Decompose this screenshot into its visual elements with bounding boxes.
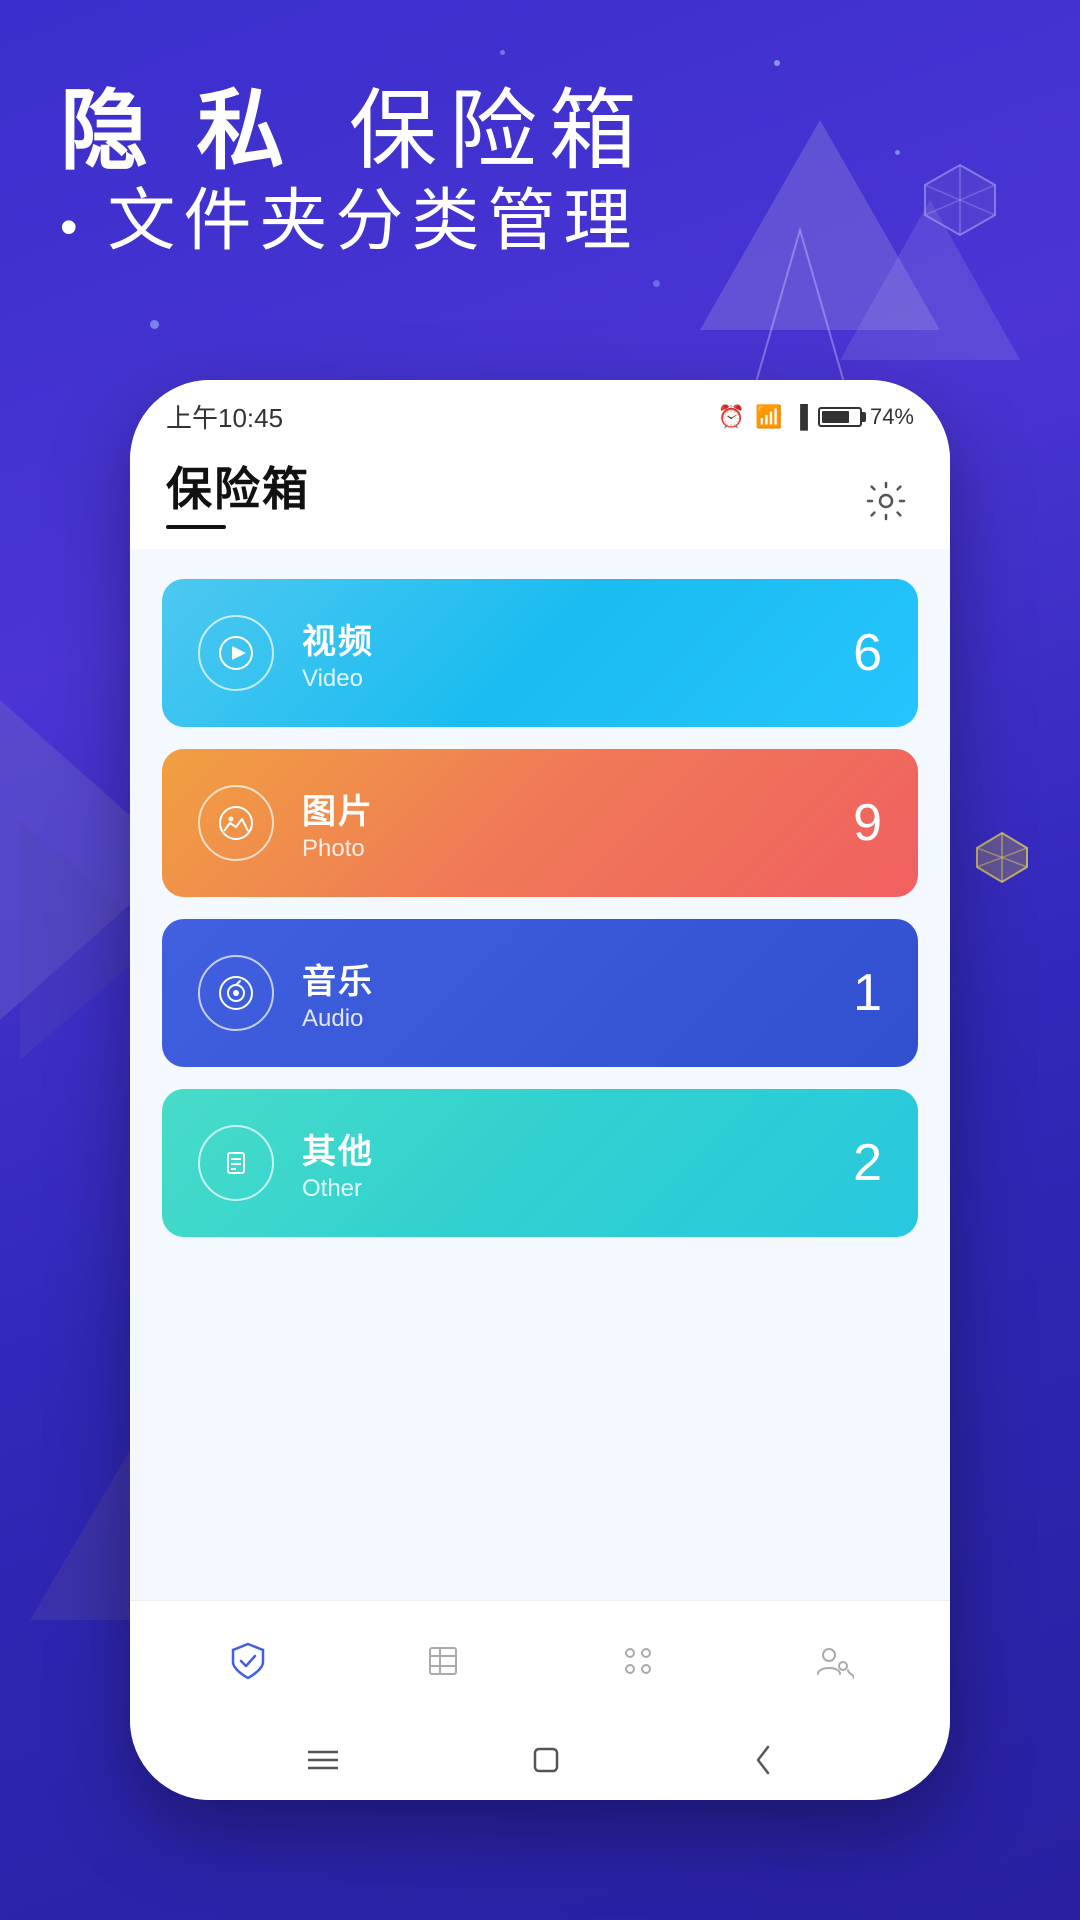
card-left-photo: 图片 Photo (198, 784, 374, 863)
video-count: 6 (853, 623, 882, 683)
photo-icon-circle (198, 785, 274, 861)
app-title: 保险箱 (166, 453, 310, 519)
nav-apps[interactable] (598, 1621, 678, 1701)
audio-label-en: Audio (302, 1005, 374, 1033)
status-time: 上午10:45 (166, 398, 283, 435)
heading-area: 隐 私 保险箱 文件夹分类管理 (60, 80, 649, 263)
system-nav-menu[interactable] (308, 1749, 338, 1771)
nav-profile[interactable] (793, 1621, 873, 1701)
other-label-wrap: 其他 Other (302, 1124, 374, 1203)
heading-line1: 隐 私 保险箱 (60, 80, 649, 181)
system-nav-home[interactable] (533, 1747, 559, 1773)
audio-icon-circle (198, 955, 274, 1031)
status-bar: 上午10:45 ⏰ 📶 ▐ 74% (130, 380, 950, 443)
video-label-wrap: 视频 Video (302, 614, 374, 693)
category-card-photo[interactable]: 图片 Photo 9 (162, 749, 918, 897)
bottom-nav (130, 1600, 950, 1720)
content-area: 视频 Video 6 图片 Photo (130, 549, 950, 1600)
system-nav-back[interactable] (754, 1745, 772, 1775)
photo-count: 9 (853, 793, 882, 853)
video-icon-circle (198, 615, 274, 691)
other-count: 2 (853, 1133, 882, 1193)
alarm-icon: ⏰ (718, 404, 745, 430)
photo-label-cn: 图片 (302, 784, 374, 833)
settings-button[interactable] (858, 473, 914, 529)
nav-list[interactable] (403, 1621, 483, 1701)
video-label-en: Video (302, 665, 374, 693)
battery-icon: 74% (818, 404, 914, 430)
other-label-cn: 其他 (302, 1124, 374, 1173)
audio-label-wrap: 音乐 Audio (302, 954, 374, 1033)
wifi-icon: 📶 (755, 404, 782, 430)
app-title-underline (166, 525, 226, 529)
card-left-video: 视频 Video (198, 614, 374, 693)
other-icon-circle (198, 1125, 274, 1201)
photo-label-wrap: 图片 Photo (302, 784, 374, 863)
card-left-other: 其他 Other (198, 1124, 374, 1203)
video-label-cn: 视频 (302, 614, 374, 663)
system-nav (130, 1720, 950, 1800)
cube-decoration-2 (975, 830, 1030, 885)
heading-line2: 文件夹分类管理 (60, 181, 649, 263)
app-header: 保险箱 (130, 443, 950, 549)
nav-safe[interactable] (208, 1621, 288, 1701)
app-title-wrap: 保险箱 (166, 453, 310, 529)
category-card-other[interactable]: 其他 Other 2 (162, 1089, 918, 1237)
signal-icon: ▐ (792, 404, 808, 430)
category-card-audio[interactable]: 音乐 Audio 1 (162, 919, 918, 1067)
cube-decoration-1 (920, 160, 1000, 240)
status-icons: ⏰ 📶 ▐ 74% (718, 404, 914, 430)
category-card-video[interactable]: 视频 Video 6 (162, 579, 918, 727)
card-left-audio: 音乐 Audio (198, 954, 374, 1033)
phone-mockup: 上午10:45 ⏰ 📶 ▐ 74% 保险箱 (130, 380, 950, 1800)
audio-count: 1 (853, 963, 882, 1023)
triangle-1 (700, 120, 940, 330)
triangle-2 (840, 200, 1020, 360)
other-label-en: Other (302, 1175, 374, 1203)
audio-label-cn: 音乐 (302, 954, 374, 1003)
photo-label-en: Photo (302, 835, 374, 863)
